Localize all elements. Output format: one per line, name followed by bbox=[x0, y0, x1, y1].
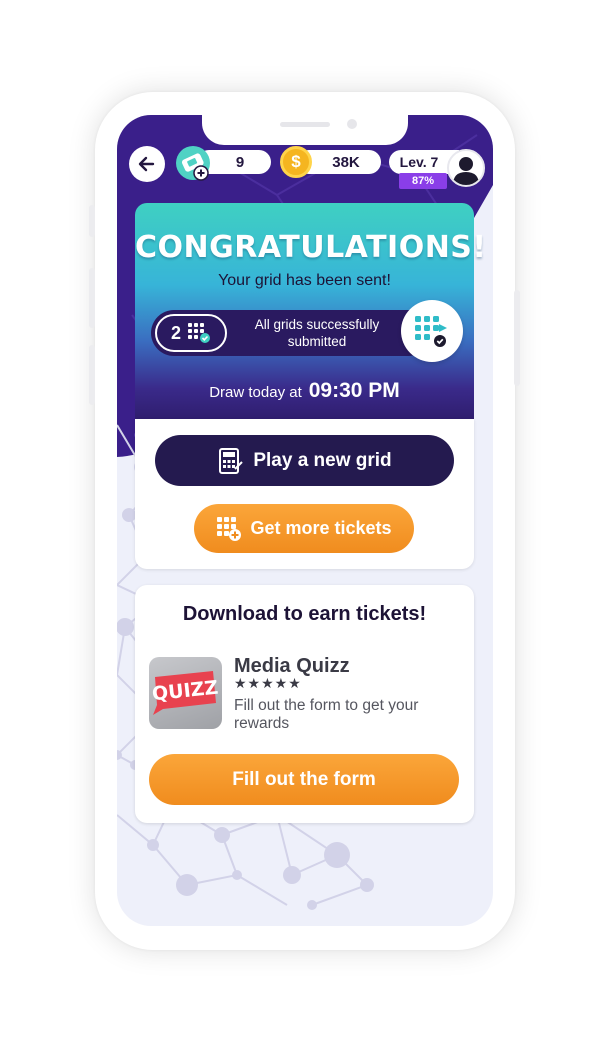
level-progress-bar: 87% bbox=[399, 173, 447, 189]
play-new-grid-label: Play a new grid bbox=[253, 449, 392, 471]
coin-icon: $ bbox=[280, 146, 312, 178]
coins-count: 38K bbox=[332, 153, 360, 171]
app-screen: 9 38K $ Lev. 7 87% CONGRATULATIONS! Your… bbox=[117, 115, 493, 926]
app-description: Fill out the form to get your rewards bbox=[234, 697, 419, 732]
congratulations-actions: Play a new grid Get more tickets bbox=[135, 419, 474, 569]
phone-camera bbox=[347, 119, 357, 129]
ticket-plus-icon[interactable] bbox=[174, 144, 212, 182]
fill-out-form-label: Fill out the form bbox=[232, 768, 376, 790]
media-quizz-app-icon[interactable]: QUIZZ bbox=[149, 657, 222, 729]
draw-time: 09:30 PM bbox=[308, 379, 400, 402]
phone-notch bbox=[202, 115, 408, 145]
level-progress-label: 87% bbox=[411, 175, 435, 187]
grid-count: 2 bbox=[170, 322, 181, 343]
grid-status-bar: 2 All grids successfully submitted bbox=[151, 310, 431, 356]
phone-volume-down bbox=[89, 345, 95, 405]
grid-check-icon bbox=[188, 323, 210, 343]
congratulations-title: CONGRATULATIONS! bbox=[135, 230, 487, 265]
calculator-icon bbox=[219, 447, 244, 474]
fill-out-form-button[interactable]: Fill out the form bbox=[149, 754, 459, 805]
app-rating-stars: ★★★★★ bbox=[234, 675, 302, 691]
download-offer-card: Download to earn tickets! QUIZZ Media Qu… bbox=[135, 585, 474, 823]
tickets-count: 9 bbox=[235, 153, 245, 171]
phone-power-button bbox=[514, 290, 520, 386]
get-more-tickets-label: Get more tickets bbox=[250, 518, 392, 538]
draw-label: Draw today at bbox=[209, 384, 302, 401]
get-more-tickets-button[interactable]: Get more tickets bbox=[194, 504, 414, 553]
level-label: Lev. 7 bbox=[399, 154, 439, 170]
grid-arrow-icon bbox=[401, 300, 463, 362]
grid-add-icon bbox=[217, 516, 242, 541]
back-button[interactable] bbox=[129, 146, 165, 182]
play-new-grid-button[interactable]: Play a new grid bbox=[155, 435, 454, 486]
status-text: All grids successfully submitted bbox=[254, 317, 380, 349]
grid-count-badge: 2 bbox=[155, 314, 227, 352]
user-avatar-icon[interactable] bbox=[447, 149, 485, 187]
grid-sent-subtitle: Your grid has been sent! bbox=[218, 272, 391, 289]
phone-silent-switch bbox=[89, 205, 95, 237]
phone-speaker bbox=[280, 122, 330, 127]
arrow-left-icon bbox=[138, 156, 155, 172]
download-offer-title: Download to earn tickets! bbox=[182, 603, 427, 625]
phone-volume-up bbox=[89, 268, 95, 328]
congratulations-card: CONGRATULATIONS! Your grid has been sent… bbox=[135, 203, 487, 419]
draw-time-line: Draw today at 09:30 PM bbox=[135, 379, 474, 403]
